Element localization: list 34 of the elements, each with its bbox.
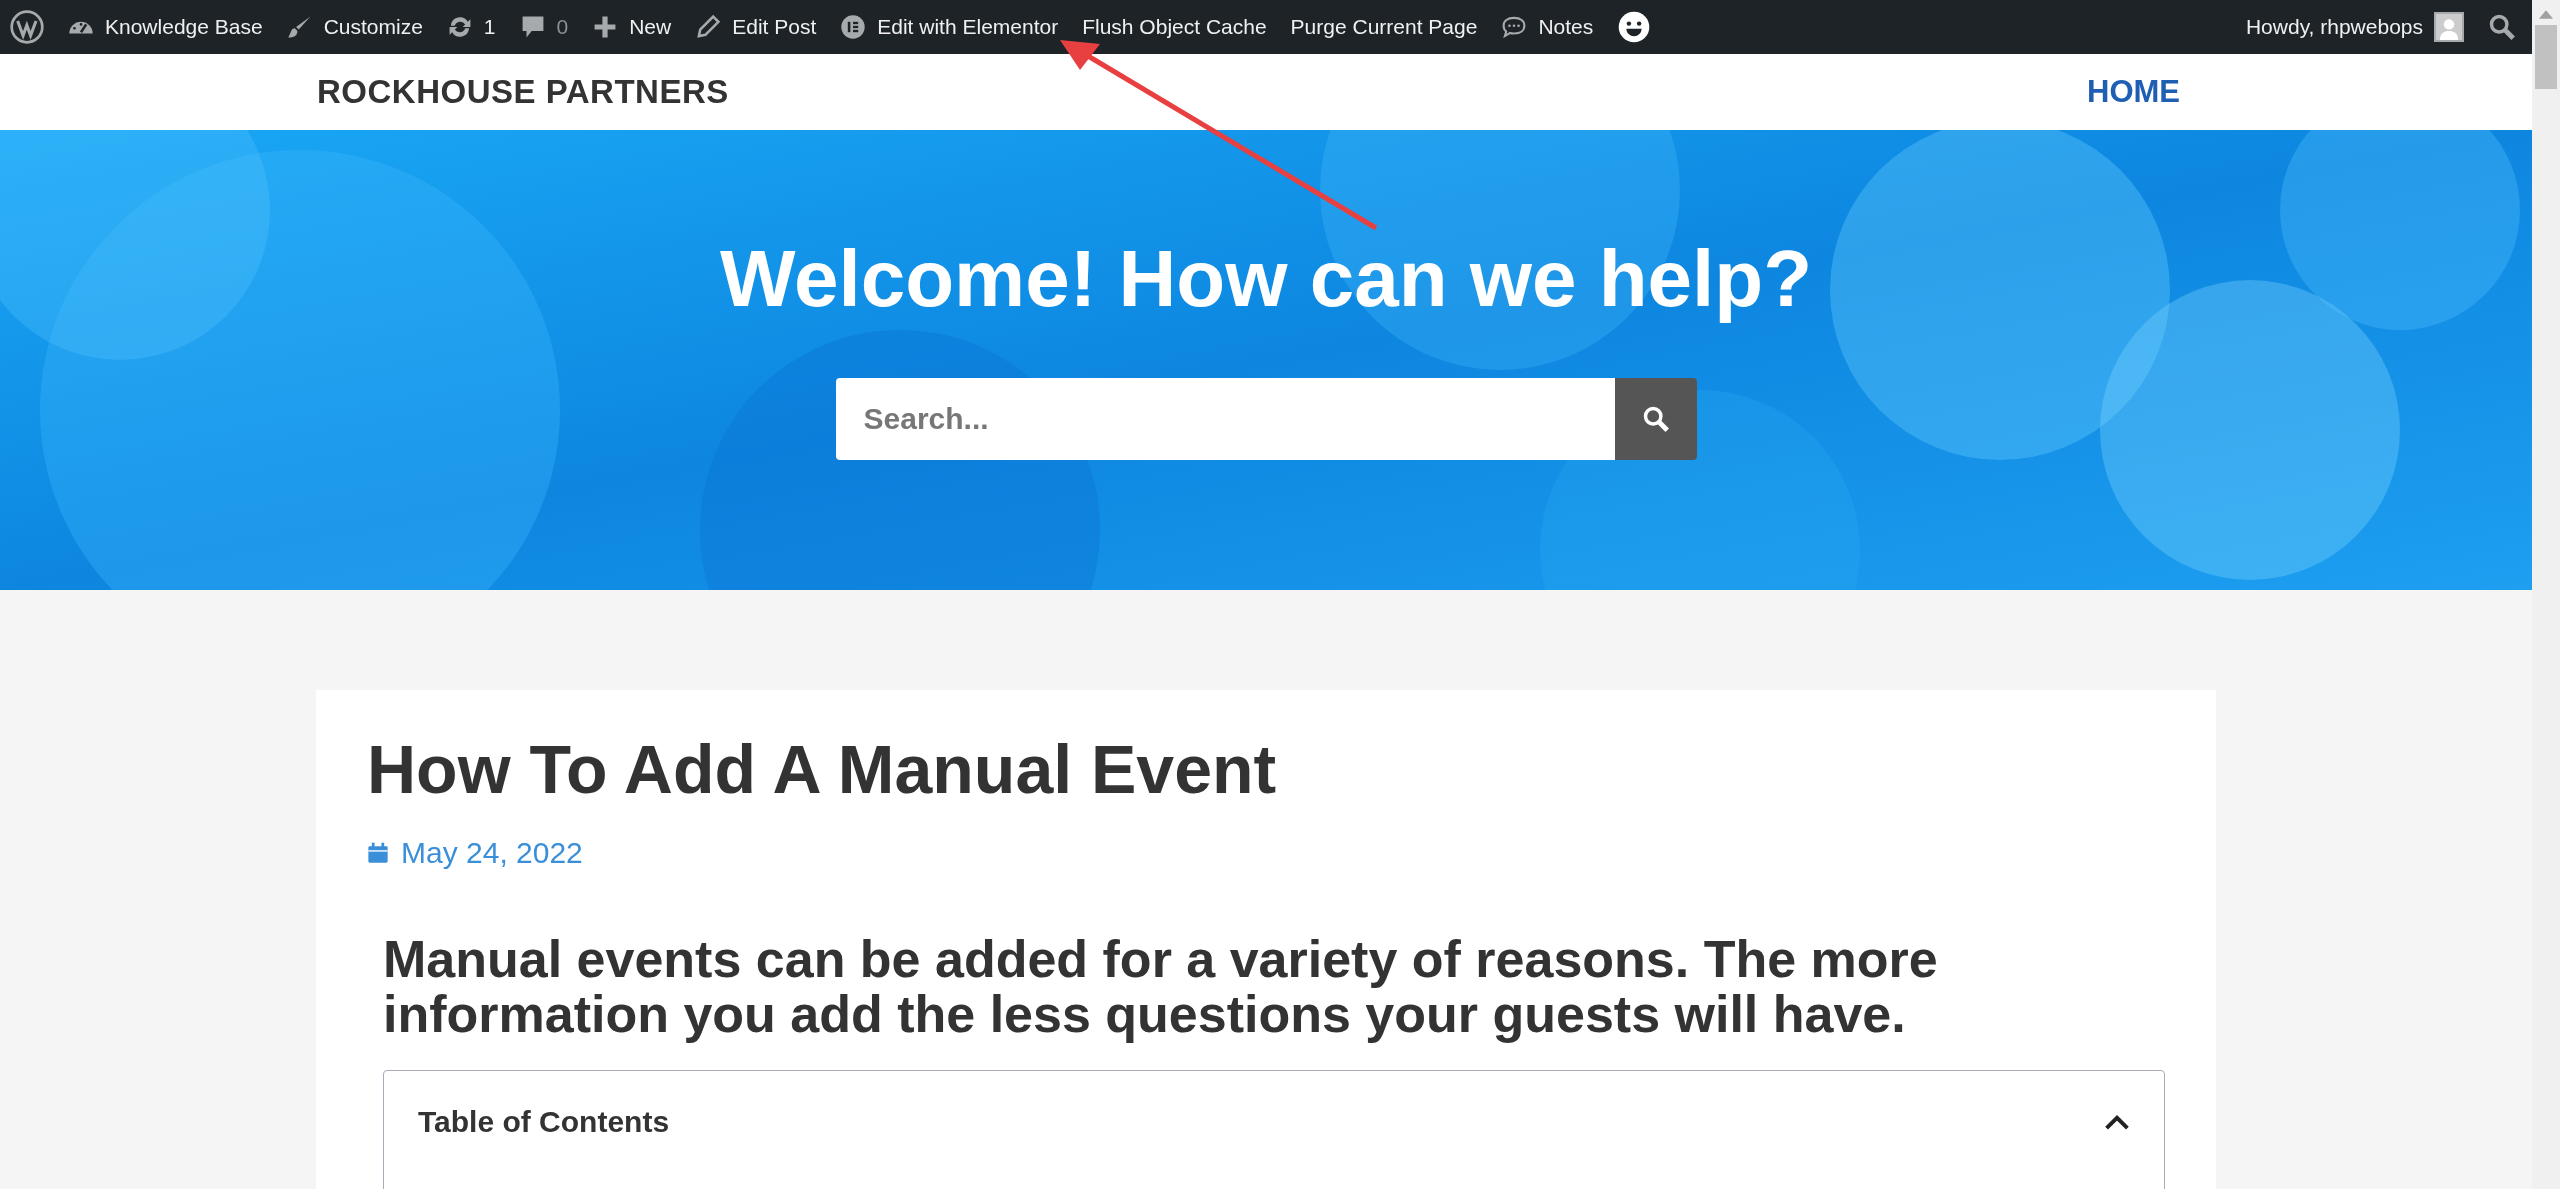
chat-icon bbox=[1501, 14, 1528, 40]
toolbar-item[interactable]: Purge Current Page bbox=[1290, 15, 1478, 39]
toolbar-item[interactable]: New bbox=[592, 14, 672, 40]
toolbar-item[interactable]: 0 bbox=[519, 14, 569, 40]
toolbar-item[interactable]: Notes bbox=[1501, 14, 1594, 40]
wordpress-icon bbox=[10, 10, 44, 44]
toolbar-item[interactable]: Edit Post bbox=[695, 14, 817, 40]
elementor-icon bbox=[840, 14, 867, 40]
search-button[interactable] bbox=[1614, 378, 1697, 460]
toolbar-item[interactable]: Flush Object Cache bbox=[1082, 15, 1267, 39]
search-icon[interactable] bbox=[2488, 13, 2516, 41]
scrollbar-thumb[interactable] bbox=[2535, 25, 2557, 89]
smiley-icon bbox=[1617, 10, 1652, 44]
pencil-icon bbox=[695, 14, 722, 40]
nav-link[interactable]: HOME bbox=[2087, 74, 2180, 109]
lead-paragraph: Manual events can be added for a variety of reasons. The more information you add the less questions your guests will have. bbox=[383, 932, 1939, 1043]
avatar-icon bbox=[2434, 12, 2464, 42]
account-menu[interactable]: Howdy, rhpwebops bbox=[2245, 12, 2464, 42]
article-title: How To Add A Manual Event bbox=[367, 730, 1278, 808]
site-title[interactable]: ROCKHOUSE PARTNERS bbox=[317, 73, 729, 111]
toc-title: Table of Contents bbox=[418, 1105, 670, 1140]
toolbar-icon-button[interactable] bbox=[1617, 10, 1652, 44]
toolbar-item[interactable]: 1 bbox=[446, 14, 496, 40]
search-icon bbox=[1641, 405, 1670, 433]
calendar-icon bbox=[367, 842, 389, 864]
search-field[interactable]: Search... bbox=[835, 378, 1615, 460]
hero-heading: Welcome! How can we help? bbox=[719, 235, 1813, 323]
brush-icon bbox=[286, 14, 313, 40]
toolbar-item[interactable]: Knowledge Base bbox=[68, 14, 263, 40]
toolbar-item[interactable]: Edit with Elementor bbox=[840, 14, 1059, 40]
toolbar-item[interactable]: Customize bbox=[286, 14, 423, 40]
toolbar-icon-button[interactable] bbox=[10, 10, 44, 44]
post-date: May 24, 2022 bbox=[401, 836, 583, 870]
chevron-up-icon[interactable] bbox=[2104, 1115, 2130, 1132]
